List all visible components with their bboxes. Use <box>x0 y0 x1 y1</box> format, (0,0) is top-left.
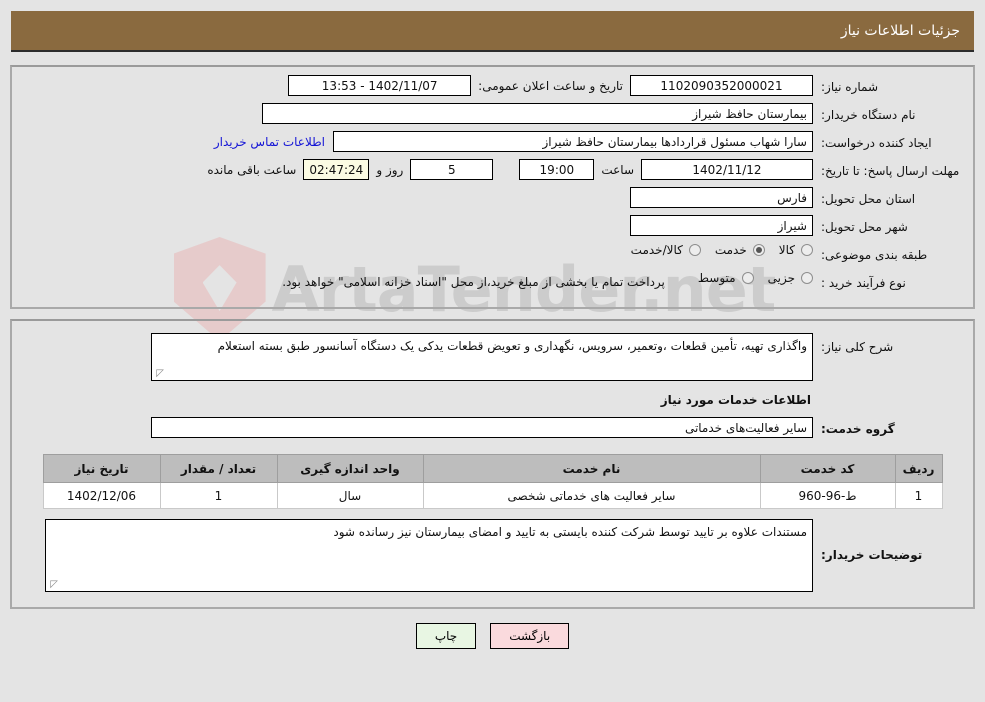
resize-grip-icon[interactable]: ◸ <box>48 580 58 590</box>
buyer-contact-link[interactable]: اطلاعات تماس خریدار <box>206 131 333 154</box>
table-row[interactable]: 1 ط-96-960 سایر فعالیت های خدماتی شخصی س… <box>42 482 943 509</box>
column-header-quantity: تعداد / مقدار <box>159 454 278 483</box>
column-header-name: نام خدمت <box>422 454 761 483</box>
need-number-label: شماره نیاز: <box>821 80 878 94</box>
cell-name: سایر فعالیت های خدماتی شخصی <box>422 482 761 509</box>
buyer-org-label: نام دستگاه خریدار: <box>821 108 916 122</box>
general-description-textarea[interactable]: واگذاری تهیه، تأمین قطعات ،وتعمیر، سرویس… <box>151 333 813 381</box>
classification-option-kala[interactable]: کالا <box>779 243 813 257</box>
details-panel: شرح کلی نیاز: واگذاری تهیه، تأمین قطعات … <box>10 319 975 609</box>
cell-code: ط-96-960 <box>759 482 896 509</box>
deadline-date-field[interactable]: 1402/11/12 <box>641 159 813 180</box>
row-service-group: گروه خدمت: سایر فعالیت‌های خدماتی <box>22 417 963 440</box>
table-header-row: ردیف کد خدمت نام خدمت واحد اندازه گیری ت… <box>42 454 943 483</box>
radio-icon[interactable] <box>741 272 754 284</box>
purchase-type-option-label: متوسط <box>697 271 736 285</box>
row-general-description: شرح کلی نیاز: واگذاری تهیه، تأمین قطعات … <box>22 333 963 381</box>
remaining-clock-field: 02:47:24 <box>303 159 370 180</box>
classification-radio-group: کالا خدمت کالا/خدمت <box>617 243 813 257</box>
announce-datetime-label: تاریخ و ساعت اعلان عمومی: <box>478 79 623 93</box>
services-section-heading: اطلاعات خدمات مورد نیاز <box>660 393 811 407</box>
cell-unit: سال <box>276 482 424 509</box>
radio-icon[interactable] <box>801 244 813 256</box>
purchase-type-option-label: جزیی <box>767 271 795 285</box>
general-description-label: شرح کلی نیاز: <box>821 340 894 354</box>
city-field[interactable]: شیراز <box>630 215 813 236</box>
deadline-time-label: ساعت <box>601 163 634 177</box>
row-buyer-org: نام دستگاه خریدار: بیمارستان حافظ شیراز <box>22 103 963 126</box>
buyer-notes-value: مستندات علاوه بر تایید توسط شرکت کننده ب… <box>333 525 807 539</box>
buyer-notes-label: توضیحات خریدار: <box>821 548 923 562</box>
purchase-type-option-motavaset[interactable]: متوسط <box>698 271 754 285</box>
classification-label: طبقه بندی موضوعی: <box>821 248 928 262</box>
classification-option-label: خدمت <box>714 243 747 257</box>
remaining-days-field: 5 <box>410 159 494 180</box>
radio-icon[interactable] <box>752 244 765 256</box>
classification-option-kala-khedmat[interactable]: کالا/خدمت <box>631 243 701 257</box>
city-label: شهر محل تحویل: <box>821 220 908 234</box>
purchase-type-radio-group: جزیی متوسط <box>684 271 813 285</box>
cell-index: 1 <box>894 482 943 509</box>
announce-datetime-field[interactable]: 1402/11/07 - 13:53 <box>288 75 472 96</box>
purchase-type-option-jozii[interactable]: جزیی <box>768 271 813 285</box>
row-city: شهر محل تحویل: شیراز <box>22 215 963 238</box>
remaining-clock-label: ساعت باقی مانده <box>207 163 297 177</box>
creator-label: ایجاد کننده درخواست: <box>821 136 932 150</box>
service-group-field[interactable]: سایر فعالیت‌های خدماتی <box>151 417 813 438</box>
buyer-notes-textarea[interactable]: مستندات علاوه بر تایید توسط شرکت کننده ب… <box>45 519 813 592</box>
row-province: استان محل تحویل: فارس <box>22 187 963 210</box>
deadline-label: مهلت ارسال پاسخ: تا تاریخ: <box>821 164 960 178</box>
column-header-unit: واحد اندازه گیری <box>276 454 424 483</box>
column-header-code: کد خدمت <box>759 454 896 483</box>
province-label: استان محل تحویل: <box>821 192 916 206</box>
page-title-bar: جزئیات اطلاعات نیاز <box>11 11 974 52</box>
row-deadline: مهلت ارسال پاسخ: تا تاریخ: 1402/11/12 سا… <box>22 159 963 182</box>
cell-quantity: 1 <box>159 482 278 509</box>
buyer-org-field[interactable]: بیمارستان حافظ شیراز <box>262 103 813 124</box>
radio-icon[interactable] <box>688 244 701 256</box>
basic-info-panel: شماره نیاز: 1102090352000021 تاریخ و ساع… <box>10 65 975 309</box>
row-classification: طبقه بندی موضوعی: کالا خدمت کالا/خدمت <box>22 243 963 266</box>
page-title: جزئیات اطلاعات نیاز <box>840 22 960 39</box>
classification-option-label: کالا/خدمت <box>630 243 683 257</box>
column-header-date: تاریخ نیاز <box>42 454 161 483</box>
need-number-field[interactable]: 1102090352000021 <box>630 75 813 96</box>
row-buyer-notes: توضیحات خریدار: مستندات علاوه بر تایید ت… <box>22 519 963 592</box>
classification-option-khedmat[interactable]: خدمت <box>715 243 765 257</box>
footer-actions: بازگشت چاپ <box>0 623 985 649</box>
resize-grip-icon[interactable]: ◸ <box>154 369 164 379</box>
back-button[interactable]: بازگشت <box>490 623 570 649</box>
radio-icon[interactable] <box>801 272 813 284</box>
remaining-days-label: روز و <box>376 163 404 177</box>
service-group-label: گروه خدمت: <box>821 422 895 436</box>
creator-field[interactable]: سارا شهاب مسئول قراردادها بیمارستان حافظ… <box>333 131 813 152</box>
province-field[interactable]: فارس <box>630 187 813 208</box>
purchase-type-label: نوع فرآیند خرید : <box>821 276 906 290</box>
row-creator: ایجاد کننده درخواست: سارا شهاب مسئول قرا… <box>22 131 963 154</box>
purchase-type-note: پرداخت تمام یا بخشی از مبلغ خرید،از محل … <box>282 275 665 289</box>
classification-option-label: کالا <box>778 243 795 257</box>
cell-date: 1402/12/06 <box>42 482 161 509</box>
items-table: ردیف کد خدمت نام خدمت واحد اندازه گیری ت… <box>42 454 943 509</box>
row-need-number: شماره نیاز: 1102090352000021 تاریخ و ساع… <box>22 75 963 98</box>
column-header-index: ردیف <box>894 454 943 483</box>
print-button[interactable]: چاپ <box>415 623 477 649</box>
deadline-time-field[interactable]: 19:00 <box>519 159 595 180</box>
row-purchase-type: نوع فرآیند خرید : جزیی متوسط پرداخت تمام… <box>22 271 963 294</box>
general-description-value: واگذاری تهیه، تأمین قطعات ،وتعمیر، سرویس… <box>217 339 807 353</box>
